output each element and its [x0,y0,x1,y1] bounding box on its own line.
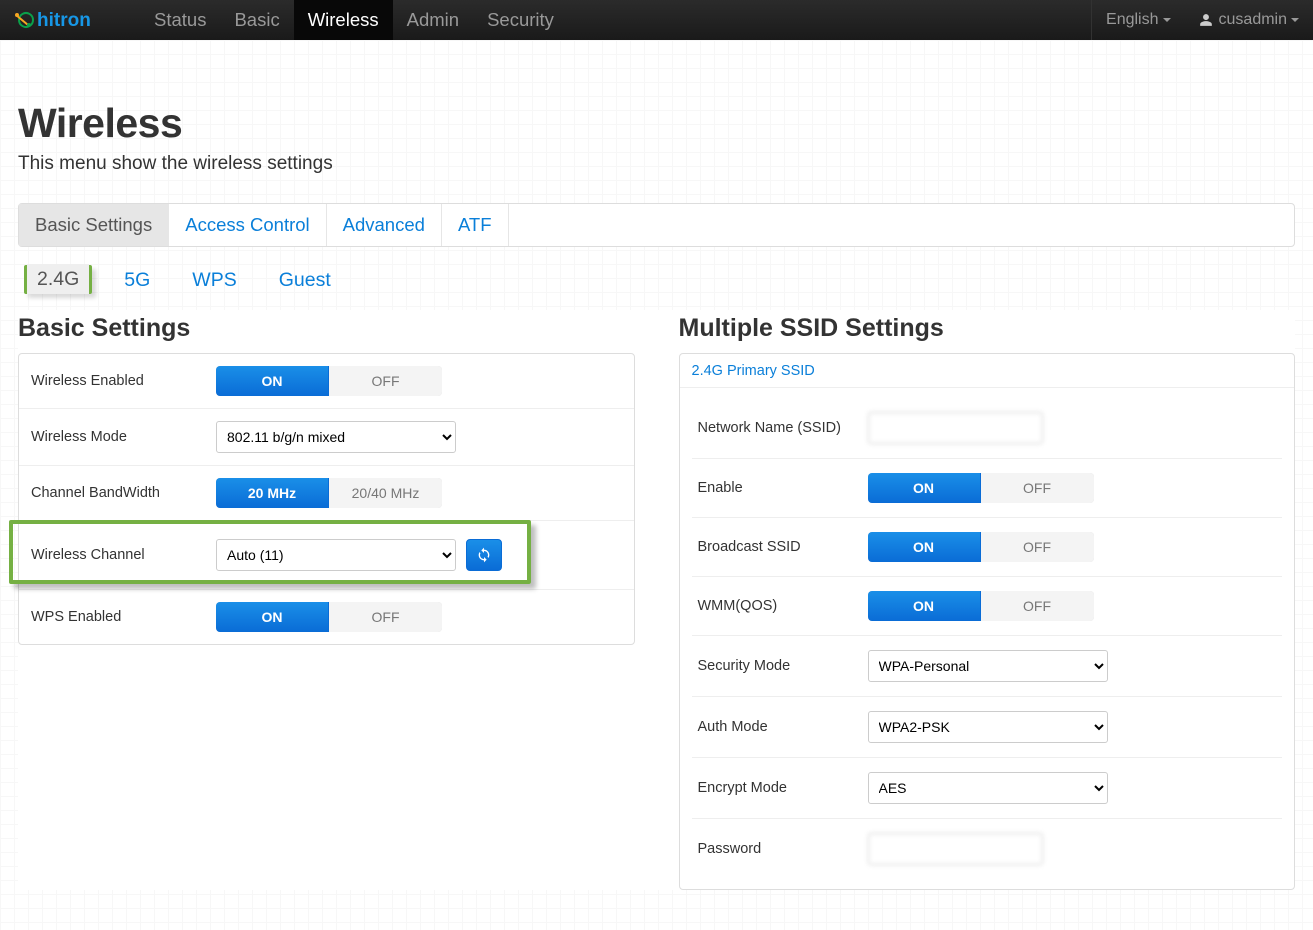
label-password: Password [698,841,868,857]
ssid-panel-heading: 2.4G Primary SSID [680,354,1295,388]
row-wps-enabled: WPS Enabled ON OFF [19,589,634,644]
tab-advanced[interactable]: Advanced [327,204,442,246]
row-wmm: WMM(QOS) ON OFF [692,576,1283,635]
toggle-off: OFF [981,591,1094,621]
label-wireless-channel: Wireless Channel [31,547,216,563]
row-wireless-channel: Wireless Channel Auto (11) [19,520,634,589]
main-nav: Status Basic Wireless Admin Security [140,0,568,40]
caret-down-icon [1291,18,1299,22]
toggle-on: ON [868,473,981,503]
select-security-mode[interactable]: WPA-Personal [868,650,1108,682]
top-navbar: hitron Status Basic Wireless Admin Secur… [0,0,1313,40]
language-label: English [1106,11,1158,29]
brand-logo[interactable]: hitron [0,0,140,40]
select-encrypt-mode[interactable]: AES [868,772,1108,804]
toggle-wmm[interactable]: ON OFF [868,591,1094,621]
toggle-on: ON [868,591,981,621]
nav-status[interactable]: Status [140,0,220,40]
toggle-off: OFF [329,366,442,396]
label-broadcast: Broadcast SSID [698,539,868,555]
nav-wireless[interactable]: Wireless [294,0,393,40]
label-wps-enabled: WPS Enabled [31,609,216,625]
label-wmm: WMM(QOS) [698,598,868,614]
ssid-tab-primary[interactable]: 2.4G Primary SSID [692,363,815,379]
label-encrypt-mode: Encrypt Mode [698,780,868,796]
ssid-settings-panel: 2.4G Primary SSID Network Name (SSID) En… [679,353,1296,890]
highlight-frame-24g: 2.4G [24,265,92,294]
subtab-guest[interactable]: Guest [269,265,341,296]
language-dropdown[interactable]: English [1092,0,1184,40]
nav-admin[interactable]: Admin [393,0,473,40]
caret-down-icon [1163,18,1171,22]
toggle-wireless-enabled[interactable]: ON OFF [216,366,442,396]
toggle-opt-20: 20 MHz [216,478,329,508]
basic-settings-heading: Basic Settings [18,314,635,343]
row-enable: Enable ON OFF [692,458,1283,517]
label-auth-mode: Auth Mode [698,719,868,735]
toggle-on: ON [868,532,981,562]
nav-security[interactable]: Security [473,0,568,40]
toggle-off: OFF [981,473,1094,503]
nav-basic[interactable]: Basic [220,0,293,40]
row-channel-bandwidth: Channel BandWidth 20 MHz 20/40 MHz [19,465,634,520]
label-channel-bandwidth: Channel BandWidth [31,485,216,501]
tab-atf[interactable]: ATF [442,204,509,246]
tabs-bar: Basic Settings Access Control Advanced A… [18,203,1295,247]
toggle-wps-enabled[interactable]: ON OFF [216,602,442,632]
user-label: cusadmin [1219,11,1287,29]
label-security-mode: Security Mode [698,658,868,674]
select-wireless-mode[interactable]: 802.11 b/g/n mixed [216,421,456,453]
page-subtitle: This menu show the wireless settings [18,153,1295,175]
user-dropdown[interactable]: cusadmin [1185,0,1313,40]
tab-basic-settings[interactable]: Basic Settings [19,204,169,246]
toggle-opt-2040: 20/40 MHz [329,478,442,508]
svg-text:hitron: hitron [37,10,91,31]
label-wireless-mode: Wireless Mode [31,429,216,445]
row-wireless-enabled: Wireless Enabled ON OFF [19,354,634,408]
input-password[interactable] [868,833,1043,865]
tab-access-control[interactable]: Access Control [169,204,326,246]
toggle-enable[interactable]: ON OFF [868,473,1094,503]
select-wireless-channel[interactable]: Auto (11) [216,539,456,571]
row-wireless-mode: Wireless Mode 802.11 b/g/n mixed [19,408,634,465]
row-network-name: Network Name (SSID) [692,398,1283,458]
toggle-broadcast[interactable]: ON OFF [868,532,1094,562]
subtab-wps[interactable]: WPS [182,265,246,296]
refresh-icon [476,547,492,563]
row-password: Password [692,818,1283,879]
subtab-24g[interactable]: 2.4G [27,264,89,294]
ssid-settings-heading: Multiple SSID Settings [679,314,1296,343]
toggle-off: OFF [981,532,1094,562]
toggle-on: ON [216,602,329,632]
row-security-mode: Security Mode WPA-Personal [692,635,1283,696]
refresh-channel-button[interactable] [466,539,502,571]
toggle-off: OFF [329,602,442,632]
page-title: Wireless [18,100,1295,147]
row-broadcast: Broadcast SSID ON OFF [692,517,1283,576]
toggle-on: ON [216,366,329,396]
label-wireless-enabled: Wireless Enabled [31,373,216,389]
row-encrypt-mode: Encrypt Mode AES [692,757,1283,818]
basic-settings-panel: Wireless Enabled ON OFF Wireless Mode 80… [18,353,635,645]
select-auth-mode[interactable]: WPA2-PSK [868,711,1108,743]
row-auth-mode: Auth Mode WPA2-PSK [692,696,1283,757]
label-enable: Enable [698,480,868,496]
sub-tabs: 2.4G 5G WPS Guest [18,265,1295,310]
user-icon [1199,13,1213,27]
subtab-5g[interactable]: 5G [114,265,160,296]
label-network-name: Network Name (SSID) [698,420,868,436]
input-network-name[interactable] [868,412,1043,444]
toggle-channel-bandwidth[interactable]: 20 MHz 20/40 MHz [216,478,442,508]
